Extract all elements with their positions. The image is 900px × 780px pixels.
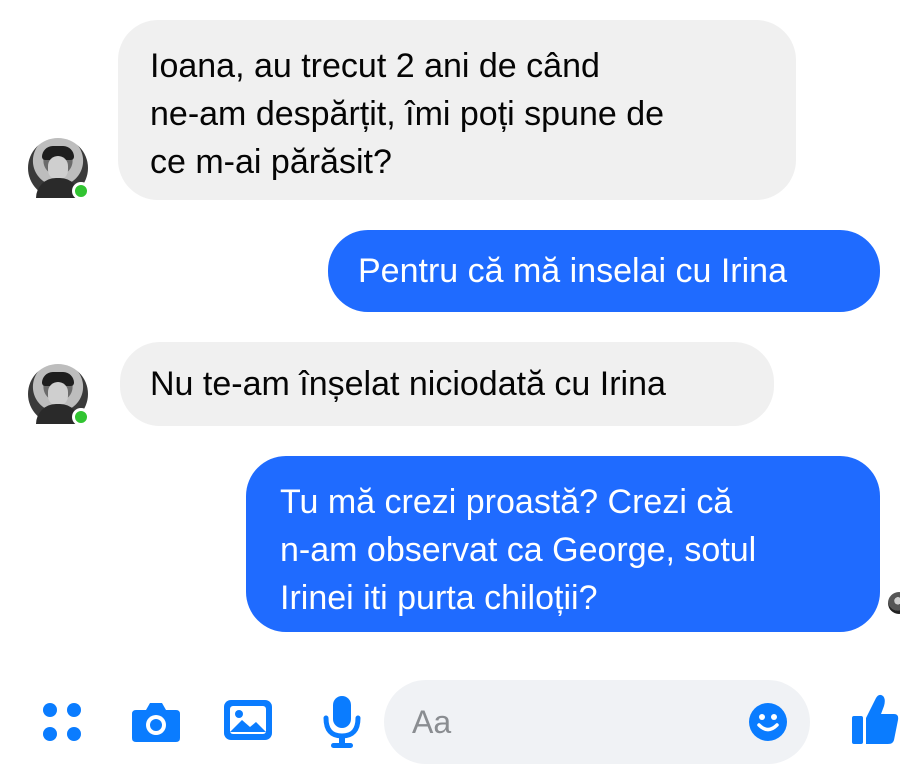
avatar-face: [48, 382, 68, 406]
incoming-message[interactable]: Ioana, au trecut 2 ani de când ne-am des…: [118, 20, 796, 200]
message-input[interactable]: Aa: [384, 680, 810, 764]
like-icon[interactable]: [850, 692, 900, 748]
seen-avatar-icon: [888, 592, 900, 614]
message-composer: Aa: [0, 672, 900, 772]
outgoing-message[interactable]: Pentru că mă inselai cu Irina: [328, 230, 880, 312]
contact-avatar[interactable]: [28, 364, 90, 426]
message-input-placeholder: Aa: [412, 704, 452, 740]
image-icon[interactable]: [222, 696, 274, 744]
microphone-icon[interactable]: [322, 694, 362, 750]
emoji-icon[interactable]: [748, 702, 788, 742]
more-actions-icon[interactable]: [40, 700, 84, 744]
online-status-dot: [72, 182, 90, 200]
contact-avatar[interactable]: [28, 138, 90, 200]
avatar-face: [48, 156, 68, 180]
outgoing-message[interactable]: Tu mă crezi proastă? Crezi că n-am obser…: [246, 456, 880, 632]
online-status-dot: [72, 408, 90, 426]
incoming-message[interactable]: Nu te-am înșelat niciodată cu Irina: [120, 342, 774, 426]
camera-icon[interactable]: [130, 700, 182, 744]
